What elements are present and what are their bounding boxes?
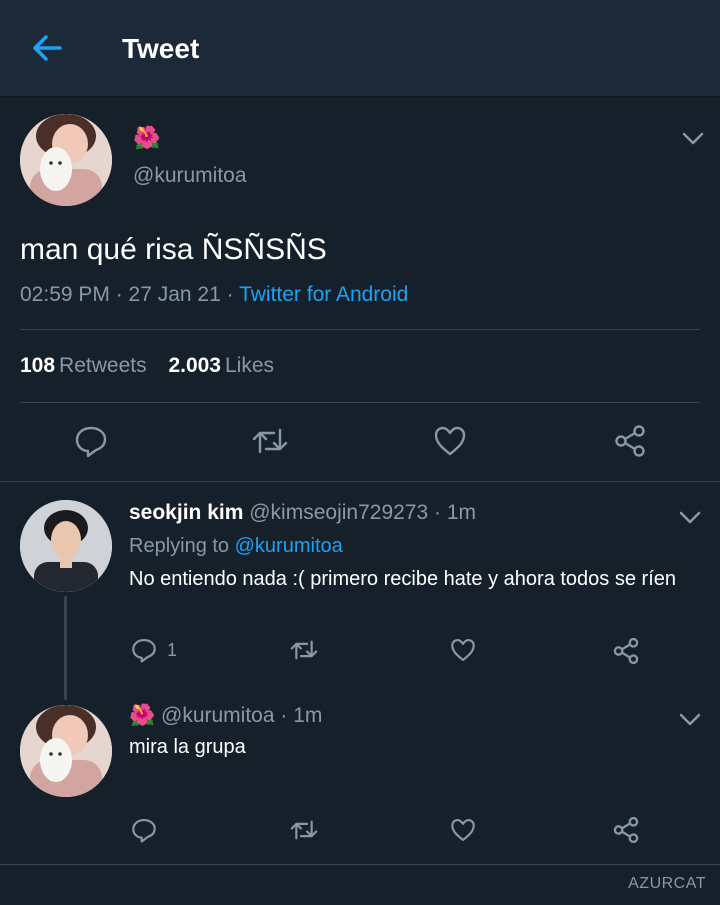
heart-icon	[434, 426, 466, 456]
chevron-down-icon[interactable]	[682, 132, 704, 151]
reply-count: 1	[167, 640, 178, 660]
top-bar: Tweet	[0, 0, 720, 97]
user-handle[interactable]: @kurumitoa	[133, 164, 247, 188]
share-button[interactable]	[612, 637, 640, 670]
reply-text: No entiendo nada :( primero recibe hate …	[129, 568, 676, 590]
like-button[interactable]	[433, 424, 467, 463]
tweet-stats: 108 Retweets 2.003 Likes	[20, 354, 274, 378]
reply-text: mira la grupa	[129, 736, 246, 758]
share-icon	[613, 816, 639, 844]
retweets-stat[interactable]: 108 Retweets	[20, 354, 147, 377]
like-button[interactable]	[450, 637, 476, 668]
reply-button[interactable]	[131, 817, 157, 848]
retweets-label: Retweets	[59, 354, 147, 377]
avatar[interactable]	[20, 114, 112, 206]
replying-to-label: Replying to	[129, 535, 235, 557]
heart-icon	[451, 638, 475, 662]
divider	[20, 329, 700, 330]
reply-icon	[132, 638, 156, 663]
share-icon	[613, 637, 639, 665]
user-emoji: 🌺	[133, 125, 161, 150]
arrow-left-icon	[33, 35, 62, 61]
chevron-down-icon[interactable]	[679, 713, 701, 732]
tweet-meta: 02:59 PM · 27 Jan 21 · Twitter for Andro…	[20, 283, 408, 307]
divider	[0, 864, 720, 865]
chevron-down-icon[interactable]	[679, 511, 701, 530]
likes-label: Likes	[225, 354, 275, 377]
retweet-button[interactable]	[252, 424, 288, 463]
user-emoji: 🌺	[129, 704, 156, 727]
divider	[0, 481, 720, 482]
replying-to: Replying to @kurumitoa	[129, 535, 343, 558]
replying-to-link[interactable]: @kurumitoa	[235, 535, 343, 557]
avatar[interactable]	[20, 500, 112, 592]
reply-icon	[75, 426, 107, 458]
share-button[interactable]	[613, 424, 647, 463]
reply-icon	[132, 818, 156, 843]
share-button[interactable]	[612, 816, 640, 849]
reply-handle[interactable]: @kimseojin729273	[249, 501, 428, 524]
heart-icon	[451, 818, 475, 842]
retweet-icon	[290, 820, 318, 840]
thread-line	[64, 596, 67, 700]
share-icon	[615, 425, 645, 457]
tweet-text: man qué risa ÑSÑSÑS	[20, 233, 327, 266]
watermark: AZURCAT	[628, 875, 706, 892]
tweet-timestamp: 02:59 PM · 27 Jan 21 ·	[20, 283, 240, 306]
retweet-icon	[252, 428, 288, 454]
reply-header: seokjin kim @kimseojin729273 · 1m	[129, 501, 476, 525]
tweet-source-link[interactable]: Twitter for Android	[239, 283, 408, 306]
retweet-button[interactable]	[290, 637, 318, 668]
retweets-count: 108	[20, 354, 56, 377]
page-title: Tweet	[122, 33, 200, 64]
divider	[20, 402, 700, 403]
retweet-button[interactable]	[290, 817, 318, 848]
retweet-icon	[290, 640, 318, 660]
reply-time: · 1m	[274, 704, 323, 727]
reply-button[interactable]	[131, 637, 157, 668]
reply-display-name[interactable]: seokjin kim	[129, 501, 243, 524]
reply-handle[interactable]: @kurumitoa	[161, 704, 275, 727]
reply-time: · 1m	[428, 501, 476, 524]
like-button[interactable]	[450, 817, 476, 848]
likes-stat[interactable]: 2.003 Likes	[168, 354, 274, 377]
avatar[interactable]	[20, 705, 112, 797]
likes-count: 2.003	[168, 354, 221, 377]
reply-header: 🌺 @kurumitoa · 1m	[129, 704, 322, 728]
reply-button[interactable]	[74, 424, 108, 463]
back-button[interactable]	[30, 32, 66, 64]
